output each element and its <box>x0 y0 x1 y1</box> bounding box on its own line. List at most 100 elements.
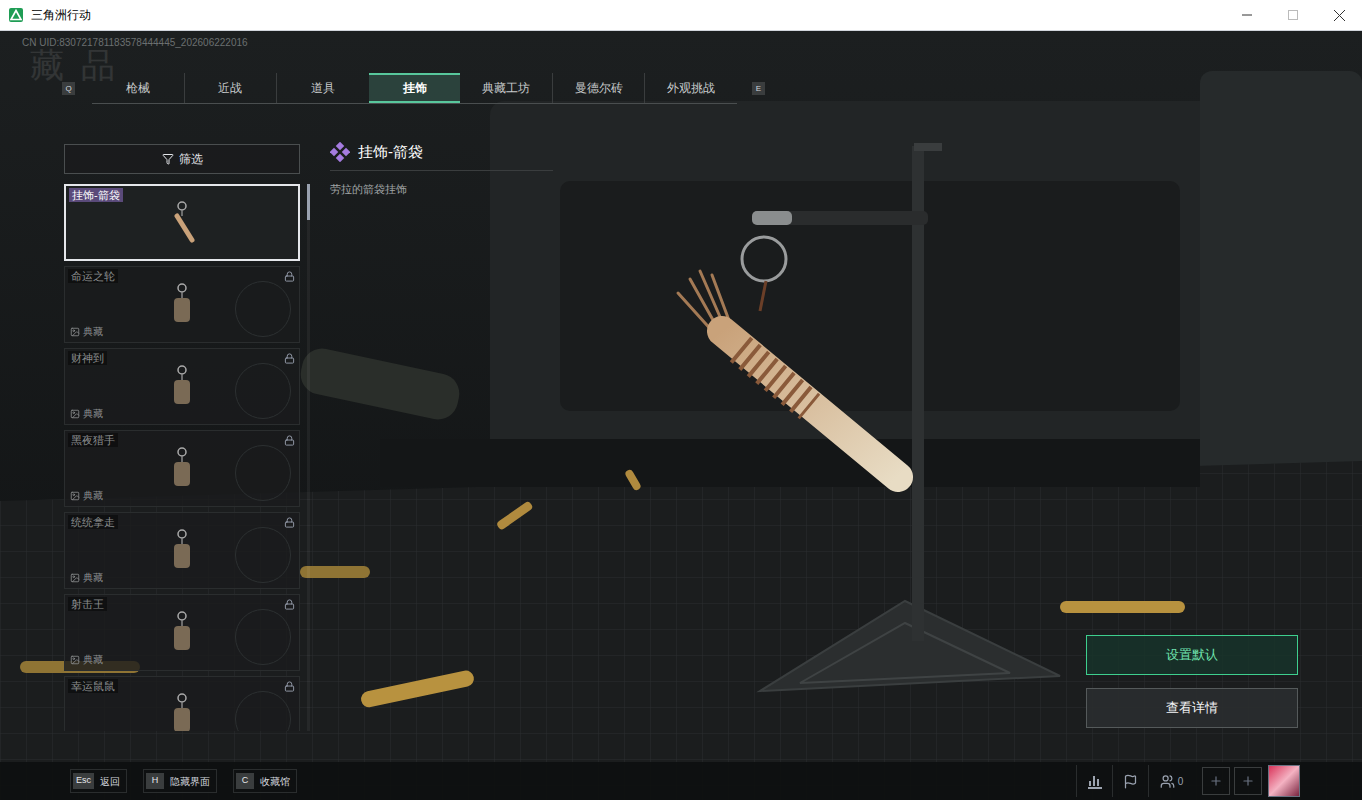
section-watermark: 藏 品 <box>30 45 119 85</box>
minimize-icon <box>1242 10 1252 20</box>
collection-icon <box>70 573 80 583</box>
plus-icon <box>1209 774 1223 788</box>
minimize-button[interactable] <box>1224 0 1270 30</box>
scrollbar-thumb[interactable] <box>307 184 310 220</box>
game-screen: 藏 品CN UID:830721781183578444445_20260622… <box>0 31 1362 800</box>
charm-thumbnail-icon <box>167 282 197 328</box>
maximize-icon <box>1288 10 1298 20</box>
stats-button[interactable] <box>1076 765 1112 797</box>
detail-title-row: 挂饰-箭袋 <box>330 141 553 171</box>
maximize-button[interactable] <box>1270 0 1316 30</box>
item-tag: 典藏 <box>70 324 103 339</box>
tab[interactable]: 曼德尔砖 <box>552 73 645 103</box>
item-frame-ring <box>235 281 291 337</box>
item-list: 挂饰-箭袋命运之轮典藏财神到典藏黑夜猎手典藏统统拿走典藏射击王典藏幸运鼠鼠 <box>64 184 300 731</box>
collection-icon <box>70 327 80 337</box>
app-window: 三角洲行动藏 品CN UID:830721781183578444445_202… <box>0 0 1362 800</box>
charm-thumbnail-icon <box>167 610 197 656</box>
invite-slot[interactable] <box>1234 767 1262 795</box>
collection-item[interactable]: 统统拿走典藏 <box>64 512 300 589</box>
list-scrollbar[interactable] <box>307 184 310 731</box>
collection-item[interactable]: 幸运鼠鼠 <box>64 676 300 731</box>
item-frame-ring <box>235 445 291 501</box>
main-row: 筛选挂饰-箭袋命运之轮典藏财神到典藏黑夜猎手典藏统统拿走典藏射击王典藏幸运鼠鼠挂… <box>0 104 1362 762</box>
charm-thumbnail-icon <box>165 200 199 246</box>
item-name: 射击王 <box>68 597 107 611</box>
player-avatar[interactable] <box>1268 765 1300 797</box>
lock-icon <box>284 681 295 692</box>
collection-item[interactable]: 射击王典藏 <box>64 594 300 671</box>
close-icon <box>1334 10 1345 21</box>
item-name: 统统拿走 <box>68 515 118 529</box>
tab-bar: 枪械近战道具挂饰典藏工坊曼德尔砖外观挑战 <box>92 73 737 104</box>
next-tab-key[interactable]: E <box>752 82 765 95</box>
window-title: 三角洲行动 <box>31 6 91 24</box>
uid-label: CN UID:830721781183578444445_20260622201… <box>0 31 1362 49</box>
detail-description: 劳拉的箭袋挂饰 <box>330 181 1086 198</box>
plus-icon <box>1241 774 1255 788</box>
invite-slot[interactable] <box>1202 767 1230 795</box>
collection-icon <box>70 409 80 419</box>
tab[interactable]: 外观挑战 <box>644 73 737 103</box>
key-cap: H <box>146 773 164 789</box>
item-frame-ring <box>235 363 291 419</box>
action-button[interactable]: 查看详情 <box>1086 688 1298 728</box>
item-tag: 典藏 <box>70 570 103 585</box>
lock-icon <box>284 353 295 364</box>
tab-row: Q 枪械近战道具挂饰典藏工坊曼德尔砖外观挑战 E <box>0 73 1362 104</box>
tab[interactable]: 道具 <box>276 73 369 103</box>
item-name: 幸运鼠鼠 <box>68 679 118 693</box>
detail-panel: 挂饰-箭袋劳拉的箭袋挂饰 <box>330 141 1086 762</box>
bar-chart-icon <box>1087 773 1103 789</box>
prev-tab-key[interactable]: Q <box>62 82 75 95</box>
item-name: 命运之轮 <box>68 269 118 283</box>
charm-thumbnail-icon <box>167 364 197 410</box>
item-tag: 典藏 <box>70 652 103 667</box>
action-button[interactable]: 设置默认 <box>1086 635 1298 675</box>
collection-item[interactable]: 财神到典藏 <box>64 348 300 425</box>
title-bar: 三角洲行动 <box>0 0 1362 31</box>
collection-item[interactable]: 挂饰-箭袋 <box>64 184 300 261</box>
close-button[interactable] <box>1316 0 1362 30</box>
bottom-bar: Esc返回 H隐藏界面 C收藏馆 0 <box>0 762 1362 800</box>
key-hint[interactable]: H隐藏界面 <box>143 769 217 793</box>
key-cap: Esc <box>73 773 94 789</box>
lock-icon <box>284 517 295 528</box>
app-logo-icon <box>9 8 23 22</box>
item-tag: 典藏 <box>70 488 103 503</box>
friends-icon <box>1160 774 1175 789</box>
item-name: 挂饰-箭袋 <box>69 188 123 202</box>
flag-button[interactable] <box>1112 765 1148 797</box>
detail-title: 挂饰-箭袋 <box>358 141 423 164</box>
key-hint[interactable]: C收藏馆 <box>233 769 297 793</box>
collection-icon <box>70 491 80 501</box>
tab[interactable]: 近战 <box>184 73 277 103</box>
filter-icon <box>162 153 174 165</box>
key-cap: C <box>236 773 254 789</box>
friends-button[interactable]: 0 <box>1148 765 1194 797</box>
friends-count: 0 <box>1178 774 1184 789</box>
lock-icon <box>284 435 295 446</box>
lock-icon <box>284 599 295 610</box>
item-frame-ring <box>235 609 291 665</box>
flag-icon <box>1123 774 1138 789</box>
item-tag: 典藏 <box>70 406 103 421</box>
lock-icon <box>284 271 295 282</box>
item-frame-ring <box>235 691 291 731</box>
collection-item[interactable]: 命运之轮典藏 <box>64 266 300 343</box>
tab[interactable]: 典藏工坊 <box>460 73 552 103</box>
charm-thumbnail-icon <box>167 446 197 492</box>
item-frame-ring <box>235 527 291 583</box>
charm-thumbnail-icon <box>167 528 197 574</box>
left-panel: 筛选挂饰-箭袋命运之轮典藏财神到典藏黑夜猎手典藏统统拿走典藏射击王典藏幸运鼠鼠 <box>64 144 310 762</box>
key-hint[interactable]: Esc返回 <box>70 769 127 793</box>
collection-item[interactable]: 黑夜猎手典藏 <box>64 430 300 507</box>
collection-icon <box>70 655 80 665</box>
tab[interactable]: 挂饰 <box>369 73 461 103</box>
filter-button[interactable]: 筛选 <box>64 144 300 174</box>
action-column: 设置默认查看详情 <box>1086 104 1298 762</box>
item-name: 黑夜猎手 <box>68 433 118 447</box>
charm-thumbnail-icon <box>167 692 197 732</box>
tab[interactable]: 枪械 <box>92 73 184 103</box>
rarity-diamond-icon <box>330 142 350 162</box>
